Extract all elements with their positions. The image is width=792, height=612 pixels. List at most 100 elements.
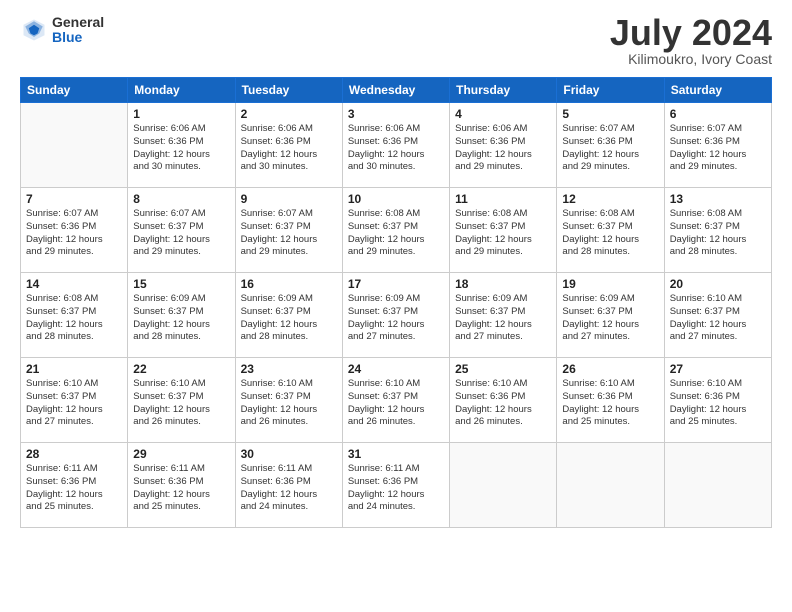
calendar-cell: 17Sunrise: 6:09 AM Sunset: 6:37 PM Dayli…: [342, 273, 449, 358]
calendar-cell: 6 Sunrise: 6:07 AM Sunset: 6:36 PM Daylig…: [664, 103, 771, 188]
calendar-cell: 21 Sunrise: 6:10 AM Sunset: 6:37 PM Dayli…: [21, 358, 128, 443]
logo-icon: [20, 16, 48, 44]
day-number: 20: [670, 277, 766, 291]
calendar-header-tuesday: Tuesday: [235, 78, 342, 103]
calendar-cell: 29 Sunrise: 6:11 AM Sunset: 6:36 PM Dayli…: [128, 443, 235, 528]
day-info: Sunrise: 6:08 AM Sunset: 6:37 PM Dayligh…: [455, 208, 551, 259]
day-info: Sunrise: 6:09 AM Sunset: 6:37 PM Dayligh…: [241, 293, 337, 344]
day-info: Sunrise: 6:10 AM Sunset: 6:36 PM Dayligh…: [455, 378, 551, 429]
calendar-cell: 10Sunrise: 6:08 AM Sunset: 6:37 PM Dayli…: [342, 188, 449, 273]
calendar-cell: 5 Sunrise: 6:07 AM Sunset: 6:36 PM Daylig…: [557, 103, 664, 188]
day-info: Sunrise: 6:08 AM Sunset: 6:37 PM Dayligh…: [562, 208, 658, 259]
day-info: Sunrise: 6:10 AM Sunset: 6:36 PM Dayligh…: [562, 378, 658, 429]
day-info: Sunrise: 6:06 AM Sunset: 6:36 PM Dayligh…: [455, 123, 551, 174]
calendar-header-sunday: Sunday: [21, 78, 128, 103]
logo-text: General Blue: [52, 15, 104, 46]
calendar-header-saturday: Saturday: [664, 78, 771, 103]
calendar-cell: 30 Sunrise: 6:11 AM Sunset: 6:36 PM Dayli…: [235, 443, 342, 528]
calendar-cell: 3Sunrise: 6:06 AM Sunset: 6:36 PM Daylig…: [342, 103, 449, 188]
calendar-cell: 4 Sunrise: 6:06 AM Sunset: 6:36 PM Daylig…: [450, 103, 557, 188]
calendar-cell: [21, 103, 128, 188]
calendar-cell: 8 Sunrise: 6:07 AM Sunset: 6:37 PM Daylig…: [128, 188, 235, 273]
week-row-3: 21 Sunrise: 6:10 AM Sunset: 6:37 PM Dayli…: [21, 358, 772, 443]
day-number: 3: [348, 107, 444, 121]
day-number: 26: [562, 362, 658, 376]
day-info: Sunrise: 6:09 AM Sunset: 6:37 PM Dayligh…: [562, 293, 658, 344]
day-number: 27: [670, 362, 766, 376]
day-number: 13: [670, 192, 766, 206]
calendar-header-row: SundayMondayTuesdayWednesdayThursdayFrid…: [21, 78, 772, 103]
day-number: 8: [133, 192, 229, 206]
calendar-cell: 27 Sunrise: 6:10 AM Sunset: 6:36 PM Dayli…: [664, 358, 771, 443]
day-number: 11: [455, 192, 551, 206]
day-info: Sunrise: 6:06 AM Sunset: 6:36 PM Dayligh…: [241, 123, 337, 174]
calendar-cell: 14 Sunrise: 6:08 AM Sunset: 6:37 PM Dayli…: [21, 273, 128, 358]
day-info: Sunrise: 6:11 AM Sunset: 6:36 PM Dayligh…: [133, 463, 229, 514]
day-info: Sunrise: 6:10 AM Sunset: 6:37 PM Dayligh…: [26, 378, 122, 429]
day-info: Sunrise: 6:11 AM Sunset: 6:36 PM Dayligh…: [26, 463, 122, 514]
day-info: Sunrise: 6:08 AM Sunset: 6:37 PM Dayligh…: [670, 208, 766, 259]
day-number: 18: [455, 277, 551, 291]
calendar-cell: 12Sunrise: 6:08 AM Sunset: 6:37 PM Dayli…: [557, 188, 664, 273]
calendar-cell: 18 Sunrise: 6:09 AM Sunset: 6:37 PM Dayli…: [450, 273, 557, 358]
title-area: July 2024 Kilimoukro, Ivory Coast: [610, 15, 772, 67]
calendar-cell: 19Sunrise: 6:09 AM Sunset: 6:37 PM Dayli…: [557, 273, 664, 358]
calendar-cell: 23Sunrise: 6:10 AM Sunset: 6:37 PM Dayli…: [235, 358, 342, 443]
page: General Blue July 2024 Kilimoukro, Ivory…: [0, 0, 792, 612]
day-number: 2: [241, 107, 337, 121]
day-number: 22: [133, 362, 229, 376]
day-number: 14: [26, 277, 122, 291]
day-number: 30: [241, 447, 337, 461]
calendar-cell: 11 Sunrise: 6:08 AM Sunset: 6:37 PM Dayli…: [450, 188, 557, 273]
calendar-cell: 25 Sunrise: 6:10 AM Sunset: 6:36 PM Dayli…: [450, 358, 557, 443]
calendar-cell: 31Sunrise: 6:11 AM Sunset: 6:36 PM Dayli…: [342, 443, 449, 528]
calendar-cell: 24 Sunrise: 6:10 AM Sunset: 6:37 PM Dayli…: [342, 358, 449, 443]
calendar-cell: [664, 443, 771, 528]
logo-general: General: [52, 15, 104, 30]
calendar-cell: 16 Sunrise: 6:09 AM Sunset: 6:37 PM Dayli…: [235, 273, 342, 358]
header: General Blue July 2024 Kilimoukro, Ivory…: [20, 15, 772, 67]
day-info: Sunrise: 6:08 AM Sunset: 6:37 PM Dayligh…: [26, 293, 122, 344]
week-row-4: 28 Sunrise: 6:11 AM Sunset: 6:36 PM Dayli…: [21, 443, 772, 528]
calendar-cell: [557, 443, 664, 528]
day-info: Sunrise: 6:08 AM Sunset: 6:37 PM Dayligh…: [348, 208, 444, 259]
calendar-header-thursday: Thursday: [450, 78, 557, 103]
day-number: 6: [670, 107, 766, 121]
day-info: Sunrise: 6:07 AM Sunset: 6:36 PM Dayligh…: [670, 123, 766, 174]
calendar-cell: 22Sunrise: 6:10 AM Sunset: 6:37 PM Dayli…: [128, 358, 235, 443]
calendar-cell: 15 Sunrise: 6:09 AM Sunset: 6:37 PM Dayli…: [128, 273, 235, 358]
day-number: 29: [133, 447, 229, 461]
day-number: 5: [562, 107, 658, 121]
day-number: 16: [241, 277, 337, 291]
calendar-header-friday: Friday: [557, 78, 664, 103]
day-number: 23: [241, 362, 337, 376]
day-number: 21: [26, 362, 122, 376]
day-number: 28: [26, 447, 122, 461]
day-info: Sunrise: 6:09 AM Sunset: 6:37 PM Dayligh…: [133, 293, 229, 344]
calendar-header-wednesday: Wednesday: [342, 78, 449, 103]
day-number: 4: [455, 107, 551, 121]
day-info: Sunrise: 6:06 AM Sunset: 6:36 PM Dayligh…: [133, 123, 229, 174]
subtitle: Kilimoukro, Ivory Coast: [610, 51, 772, 67]
day-info: Sunrise: 6:10 AM Sunset: 6:37 PM Dayligh…: [670, 293, 766, 344]
calendar-cell: 20 Sunrise: 6:10 AM Sunset: 6:37 PM Dayli…: [664, 273, 771, 358]
day-info: Sunrise: 6:11 AM Sunset: 6:36 PM Dayligh…: [241, 463, 337, 514]
day-number: 24: [348, 362, 444, 376]
logo-blue: Blue: [52, 30, 104, 45]
day-info: Sunrise: 6:07 AM Sunset: 6:36 PM Dayligh…: [26, 208, 122, 259]
main-title: July 2024: [610, 15, 772, 51]
day-info: Sunrise: 6:10 AM Sunset: 6:36 PM Dayligh…: [670, 378, 766, 429]
day-info: Sunrise: 6:11 AM Sunset: 6:36 PM Dayligh…: [348, 463, 444, 514]
logo: General Blue: [20, 15, 104, 46]
day-info: Sunrise: 6:10 AM Sunset: 6:37 PM Dayligh…: [348, 378, 444, 429]
calendar-body: 1Sunrise: 6:06 AM Sunset: 6:36 PM Daylig…: [21, 103, 772, 528]
day-info: Sunrise: 6:07 AM Sunset: 6:37 PM Dayligh…: [133, 208, 229, 259]
day-number: 15: [133, 277, 229, 291]
calendar-header-monday: Monday: [128, 78, 235, 103]
day-info: Sunrise: 6:09 AM Sunset: 6:37 PM Dayligh…: [455, 293, 551, 344]
day-info: Sunrise: 6:07 AM Sunset: 6:36 PM Dayligh…: [562, 123, 658, 174]
day-number: 25: [455, 362, 551, 376]
calendar-cell: 7 Sunrise: 6:07 AM Sunset: 6:36 PM Daylig…: [21, 188, 128, 273]
day-number: 7: [26, 192, 122, 206]
calendar-cell: 9Sunrise: 6:07 AM Sunset: 6:37 PM Daylig…: [235, 188, 342, 273]
